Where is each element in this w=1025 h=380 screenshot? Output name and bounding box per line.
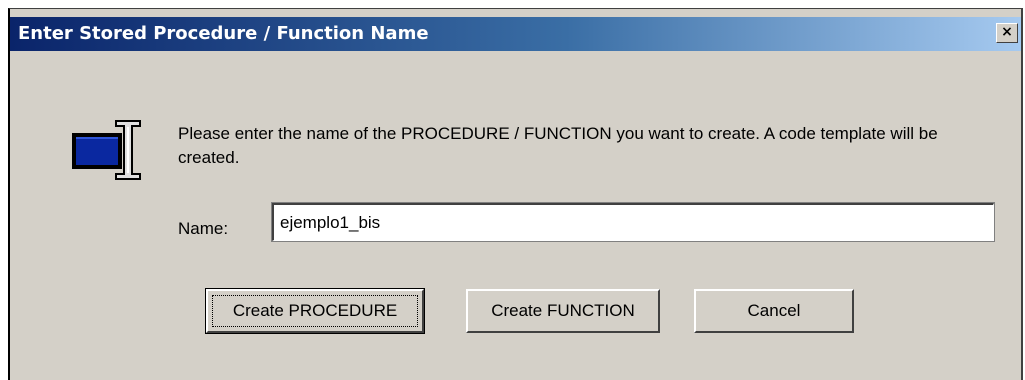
name-label: Name: [178, 219, 229, 238]
create-procedure-label: Create PROCEDURE [232, 301, 398, 320]
create-function-label: Create FUNCTION [491, 301, 635, 320]
dialog-window: Enter Stored Procedure / Function Name ×… [8, 8, 1023, 380]
dialog-title: Enter Stored Procedure / Function Name [18, 23, 429, 44]
create-procedure-button[interactable]: Create PROCEDURE [205, 288, 425, 334]
close-button[interactable]: × [996, 23, 1018, 43]
cancel-button[interactable]: Cancel [694, 289, 854, 333]
name-input[interactable] [271, 202, 995, 242]
title-bar[interactable]: Enter Stored Procedure / Function Name × [10, 17, 1021, 51]
text-cursor-window-icon [72, 120, 141, 180]
create-function-button[interactable]: Create FUNCTION [466, 289, 660, 333]
cancel-label: Cancel [747, 301, 801, 320]
close-icon: × [1001, 24, 1013, 40]
instruction-text: Please enter the name of the PROCEDURE /… [178, 124, 938, 167]
